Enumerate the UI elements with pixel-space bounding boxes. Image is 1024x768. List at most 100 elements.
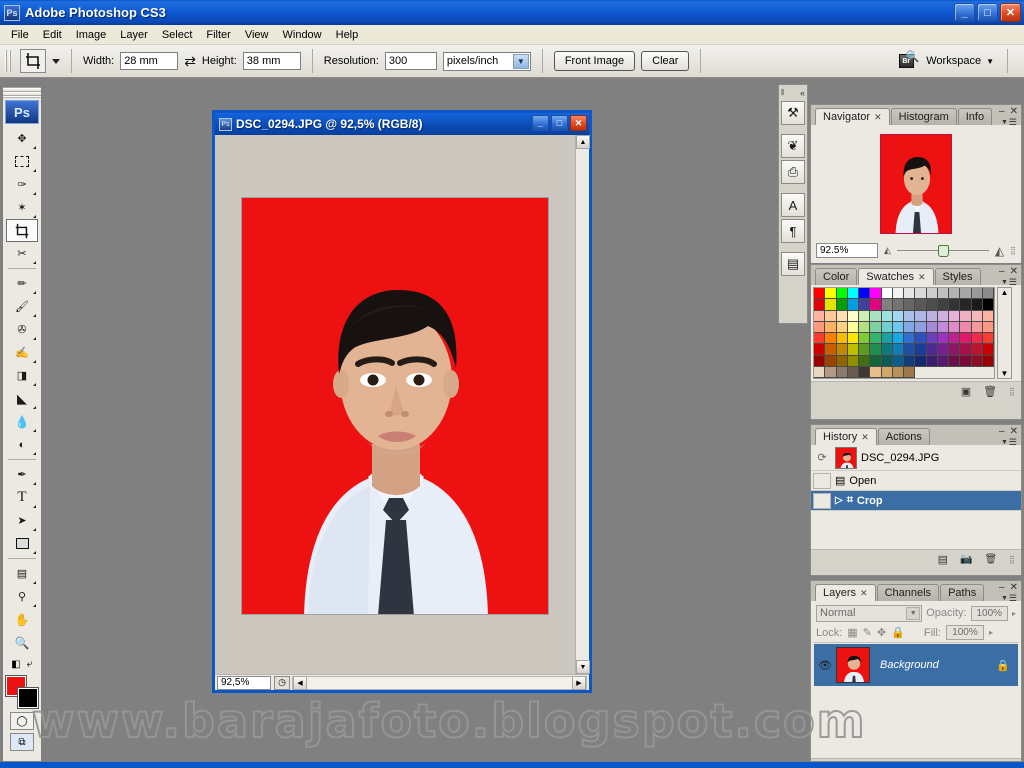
magic-wand-tool[interactable]: ✶ xyxy=(6,196,38,219)
swatch-39[interactable] xyxy=(892,310,904,322)
hand-tool[interactable]: ✋ xyxy=(6,608,38,631)
swatch-18[interactable] xyxy=(836,299,848,311)
swatch-109[interactable] xyxy=(960,355,972,367)
brush-tool[interactable]: 🖌 xyxy=(6,295,38,318)
swatch-44[interactable] xyxy=(949,310,961,322)
menu-item-view[interactable]: View xyxy=(238,27,276,43)
lock-transparency-icon[interactable]: ▦ xyxy=(847,626,857,639)
slider-knob[interactable] xyxy=(938,244,950,257)
swatch-68[interactable] xyxy=(859,333,871,345)
new-snapshot-icon[interactable]: 📷 xyxy=(960,554,972,565)
swatch-31[interactable] xyxy=(982,299,994,311)
scroll-up-icon[interactable]: ▲ xyxy=(1001,288,1009,297)
document-vertical-scrollbar[interactable]: ▲ ▼ xyxy=(575,135,590,674)
menu-item-filter[interactable]: Filter xyxy=(199,27,237,43)
swatch-56[interactable] xyxy=(904,321,916,333)
swap-arrows-icon[interactable]: ⇄ xyxy=(184,53,196,70)
swatch-17[interactable] xyxy=(825,299,837,311)
canvas-area[interactable] xyxy=(215,135,575,674)
swatch-95[interactable] xyxy=(982,344,994,356)
swatch-118[interactable] xyxy=(881,366,893,378)
blend-mode-select[interactable]: Normal ▼ xyxy=(816,604,923,622)
navigator-zoom-input[interactable]: 92.5% xyxy=(816,243,878,258)
close-icon[interactable]: ✕ xyxy=(874,112,882,123)
swatch-5[interactable] xyxy=(870,288,882,300)
swatches-scrollbar[interactable]: ▲ ▼ xyxy=(997,287,1012,379)
zoom-out-icon[interactable]: ◭ xyxy=(884,245,891,256)
swatch-34[interactable] xyxy=(836,310,848,322)
lock-all-icon[interactable]: 🔒 xyxy=(891,626,905,639)
tab-paths[interactable]: Paths xyxy=(940,584,985,601)
history-state-crop[interactable]: ▷ ⌗ Crop xyxy=(811,491,1021,511)
new-swatch-icon[interactable]: ▣ xyxy=(961,385,971,398)
photo-image[interactable] xyxy=(241,197,549,615)
resolution-input[interactable]: 300 xyxy=(384,52,437,70)
swatch-49[interactable] xyxy=(825,321,837,333)
move-tool[interactable]: ✥ xyxy=(6,127,38,150)
lasso-tool[interactable]: ✑ xyxy=(6,173,38,196)
panel-minimize-icon[interactable]: – xyxy=(999,582,1005,593)
opacity-stepper-icon[interactable]: ▸ xyxy=(1012,609,1016,618)
swatch-84[interactable] xyxy=(859,344,871,356)
bridge-icon[interactable]: Br 🔍 xyxy=(894,51,919,71)
swatch-101[interactable] xyxy=(870,355,882,367)
new-document-from-state-icon[interactable]: ▤ xyxy=(938,553,948,566)
tool-presets-icon[interactable]: ⚒ xyxy=(781,101,805,125)
background-color-swatch[interactable] xyxy=(17,687,39,709)
pen-tool[interactable]: ✒ xyxy=(6,463,38,486)
tool-preset-chevron-down-icon[interactable] xyxy=(52,58,60,64)
zoom-in-icon[interactable]: ◭ xyxy=(995,244,1004,258)
swatch-102[interactable] xyxy=(881,355,893,367)
swap-colors-icon[interactable]: ⤶ xyxy=(27,658,33,671)
delete-swatch-icon[interactable]: 🗑 xyxy=(983,385,997,398)
crop-width-input[interactable]: 28 mm xyxy=(120,52,179,70)
lock-position-icon[interactable]: ✥ xyxy=(877,626,886,639)
tab-actions[interactable]: Actions xyxy=(877,428,930,445)
history-state-open[interactable]: ▤ Open xyxy=(811,471,1021,491)
swatch-33[interactable] xyxy=(825,310,837,322)
options-bar-grip[interactable] xyxy=(5,50,12,72)
swatch-11[interactable] xyxy=(937,288,949,300)
lock-image-pixels-icon[interactable]: ✎ xyxy=(863,626,872,639)
panel-menu-icon[interactable]: ▼ ☰ xyxy=(1001,277,1017,288)
swatch-36[interactable] xyxy=(859,310,871,322)
history-state-toggle[interactable] xyxy=(813,492,831,509)
swatch-65[interactable] xyxy=(825,333,837,345)
history-state-toggle[interactable] xyxy=(813,472,831,489)
swatch-3[interactable] xyxy=(847,288,859,300)
swatch-40[interactable] xyxy=(904,310,916,322)
swatch-79[interactable] xyxy=(982,333,994,345)
eraser-tool[interactable]: ◨ xyxy=(6,364,38,387)
swatch-4[interactable] xyxy=(859,288,871,300)
navigator-preview[interactable] xyxy=(814,128,1018,240)
swatch-20[interactable] xyxy=(859,299,871,311)
navigator-thumbnail[interactable] xyxy=(880,134,952,234)
swatch-61[interactable] xyxy=(960,321,972,333)
menu-item-select[interactable]: Select xyxy=(155,27,200,43)
swatch-7[interactable] xyxy=(892,288,904,300)
swatch-73[interactable] xyxy=(915,333,927,345)
close-button[interactable]: ✕ xyxy=(1000,3,1021,22)
status-info-icon[interactable]: ◷ xyxy=(274,675,290,690)
swatch-113[interactable] xyxy=(825,366,837,378)
swatch-62[interactable] xyxy=(971,321,983,333)
scroll-left-button[interactable]: ◀ xyxy=(293,675,307,690)
swatch-120[interactable] xyxy=(904,366,916,378)
resize-grip[interactable]: ⣿ xyxy=(1009,555,1015,564)
scroll-down-icon[interactable]: ▼ xyxy=(1001,369,1009,378)
tab-channels[interactable]: Channels xyxy=(876,584,940,601)
swatch-66[interactable] xyxy=(836,333,848,345)
minimize-button[interactable]: _ xyxy=(954,3,975,22)
scroll-up-button[interactable]: ▲ xyxy=(576,135,590,149)
swatch-48[interactable] xyxy=(814,321,826,333)
layer-row-background[interactable]: 👁 Background 🔒 xyxy=(814,644,1018,686)
swatch-6[interactable] xyxy=(881,288,893,300)
swatch-32[interactable] xyxy=(814,310,826,322)
swatch-70[interactable] xyxy=(881,333,893,345)
navigator-zoom-slider[interactable] xyxy=(896,244,989,258)
tab-info[interactable]: Info xyxy=(957,108,993,125)
swatch-21[interactable] xyxy=(870,299,882,311)
swatch-100[interactable] xyxy=(859,355,871,367)
swatch-110[interactable] xyxy=(971,355,983,367)
swatch-115[interactable] xyxy=(847,366,859,378)
